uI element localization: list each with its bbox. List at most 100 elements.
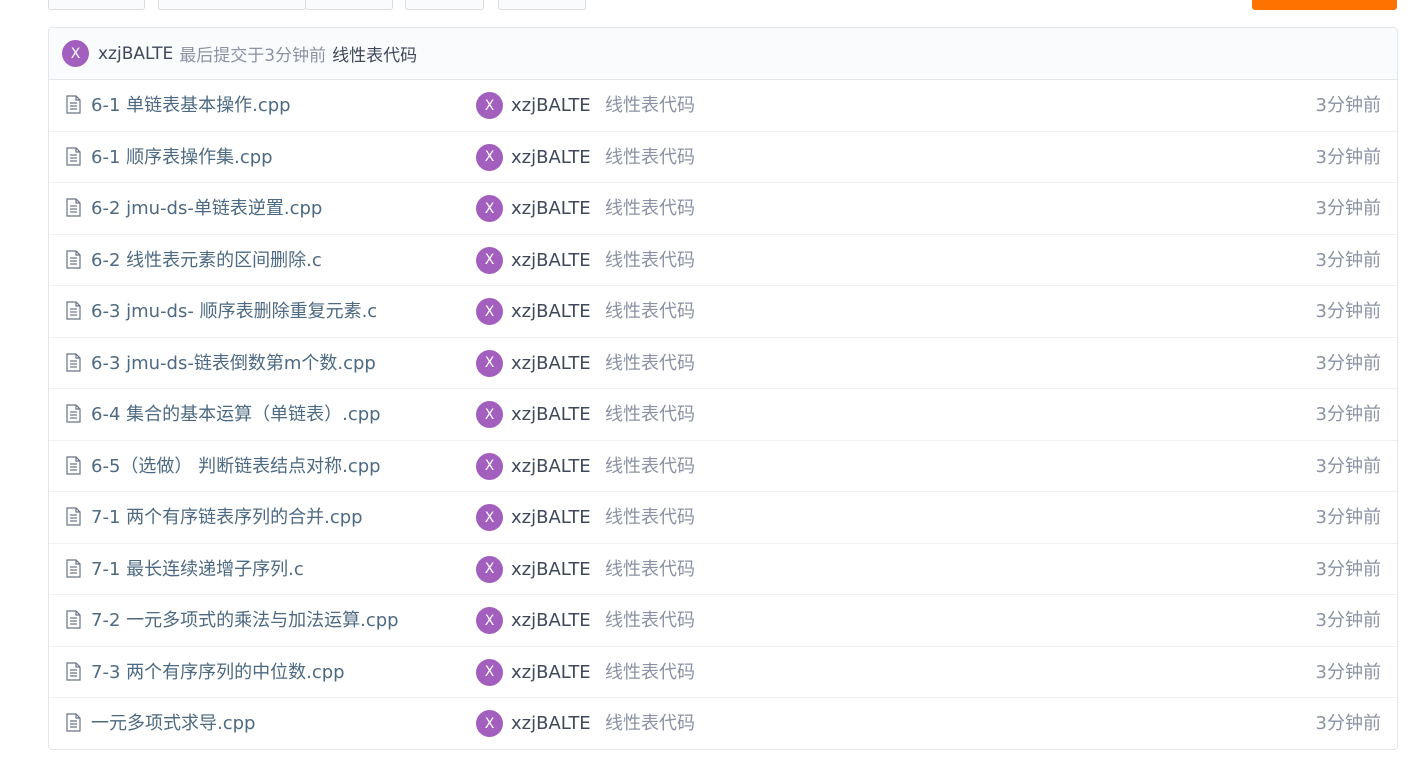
avatar[interactable]: X [476, 607, 503, 634]
file-name-link[interactable]: 6-3 jmu-ds- 顺序表删除重复元素.c [91, 286, 377, 337]
file-commit-author[interactable]: xzjBALTE [511, 595, 591, 646]
file-commit-message[interactable]: 线性表代码 [605, 441, 695, 492]
file-commit-time: 3分钟前 [1315, 352, 1381, 374]
file-commit-time: 3分钟前 [1315, 661, 1381, 683]
file-commit-message[interactable]: 线性表代码 [605, 647, 695, 698]
file-commit-time: 3分钟前 [1315, 198, 1381, 219]
file-commit-message[interactable]: 线性表代码 [605, 492, 695, 543]
file-commit-time: 3分钟前 [1315, 404, 1381, 425]
file-row: 一元多项式求导.cpp X xzjBALTE 线性表代码 3分钟前 [49, 698, 1397, 749]
file-commit-time: 3分钟前 [1315, 610, 1381, 631]
file-list-panel: X xzjBALTE 最后提交于 3分钟前 线性表代码 6-1 单链表基本操作.… [48, 27, 1398, 750]
primary-action-button[interactable] [1252, 0, 1397, 10]
file-commit-message[interactable]: 线性表代码 [605, 183, 695, 234]
file-commit-message[interactable]: 线性表代码 [605, 389, 695, 440]
file-name-link[interactable]: 6-2 jmu-ds-单链表逆置.cpp [91, 183, 322, 234]
file-commit-author[interactable]: xzjBALTE [511, 338, 591, 389]
avatar[interactable]: X [476, 143, 503, 171]
file-name-link[interactable]: 6-5（选做） 判断链表结点对称.cpp [91, 441, 381, 492]
file-icon [66, 404, 81, 423]
file-row: 6-1 顺序表操作集.cpp X xzjBALTE 线性表代码 3分钟前 [49, 132, 1397, 183]
avatar[interactable]: X [476, 246, 503, 274]
avatar[interactable]: X [476, 92, 503, 119]
file-commit-message[interactable]: 线性表代码 [605, 132, 695, 183]
file-commit-author[interactable]: xzjBALTE [511, 80, 591, 131]
file-name-link[interactable]: 6-1 单链表基本操作.cpp [91, 80, 291, 131]
file-name-link[interactable]: 7-3 两个有序序列的中位数.cpp [91, 647, 345, 698]
file-commit-message[interactable]: 线性表代码 [605, 80, 695, 131]
avatar[interactable]: X [476, 298, 503, 325]
commit-label: 最后提交于 [179, 46, 265, 66]
file-row: 6-5（选做） 判断链表结点对称.cpp X xzjBALTE 线性表代码 3分… [49, 441, 1397, 492]
file-icon [66, 352, 81, 372]
file-commit-author[interactable]: xzjBALTE [511, 235, 591, 286]
file-row: 6-3 jmu-ds-链表倒数第m个数.cpp X xzjBALTE 线性表代码… [49, 338, 1397, 389]
file-name-link[interactable]: 一元多项式求导.cpp [91, 698, 255, 749]
file-row: 6-3 jmu-ds- 顺序表删除重复元素.c X xzjBALTE 线性表代码… [49, 286, 1397, 338]
avatar[interactable]: X [476, 555, 503, 583]
file-name-link[interactable]: 7-1 两个有序链表序列的合并.cpp [91, 492, 363, 543]
file-commit-time: 3分钟前 [1315, 455, 1381, 477]
file-name-link[interactable]: 7-1 最长连续递增子序列.c [91, 544, 304, 595]
file-name-link[interactable]: 7-2 一元多项式的乘法与加法运算.cpp [91, 595, 399, 646]
commit-time: 3分钟前 [264, 46, 327, 66]
file-commit-author[interactable]: xzjBALTE [511, 698, 591, 749]
toolbar-button[interactable] [498, 0, 586, 10]
file-commit-time: 3分钟前 [1315, 146, 1381, 168]
file-commit-author[interactable]: xzjBALTE [511, 286, 591, 337]
file-list: 6-1 单链表基本操作.cpp X xzjBALTE 线性表代码 3分钟前 6-… [49, 80, 1397, 749]
file-name-link[interactable]: 6-3 jmu-ds-链表倒数第m个数.cpp [91, 338, 376, 389]
file-icon [66, 95, 81, 114]
file-commit-author[interactable]: xzjBALTE [511, 389, 591, 440]
commit-author[interactable]: xzjBALTE [98, 44, 173, 64]
file-row: 7-1 两个有序链表序列的合并.cpp X xzjBALTE 线性表代码 3分钟… [49, 492, 1397, 544]
file-row: 6-4 集合的基本运算（单链表）.cpp X xzjBALTE 线性表代码 3分… [49, 389, 1397, 441]
file-name-link[interactable]: 6-2 线性表元素的区间删除.c [91, 235, 322, 286]
file-commit-message[interactable]: 线性表代码 [605, 286, 695, 337]
file-commit-message[interactable]: 线性表代码 [605, 338, 695, 389]
file-commit-author[interactable]: xzjBALTE [511, 544, 591, 595]
file-icon [66, 507, 81, 526]
file-icon [66, 558, 81, 578]
file-commit-time: 3分钟前 [1315, 713, 1381, 734]
toolbar-button[interactable] [48, 0, 145, 10]
toolbar-button[interactable] [405, 0, 484, 10]
avatar[interactable]: X [476, 349, 503, 377]
avatar[interactable]: X [476, 401, 503, 428]
avatar[interactable]: X [476, 504, 503, 531]
commit-message[interactable]: 线性表代码 [332, 41, 417, 66]
file-commit-message[interactable]: 线性表代码 [605, 595, 695, 646]
latest-commit-bar: X xzjBALTE 最后提交于 3分钟前 线性表代码 [49, 28, 1397, 80]
file-commit-message[interactable]: 线性表代码 [605, 698, 695, 749]
file-row: 6-2 线性表元素的区间删除.c X xzjBALTE 线性表代码 3分钟前 [49, 235, 1397, 286]
file-row: 7-1 最长连续递增子序列.c X xzjBALTE 线性表代码 3分钟前 [49, 544, 1397, 595]
file-row: 7-2 一元多项式的乘法与加法运算.cpp X xzjBALTE 线性表代码 3… [49, 595, 1397, 647]
avatar[interactable]: X [476, 658, 503, 686]
avatar[interactable]: X [476, 710, 503, 737]
file-icon [66, 713, 81, 732]
file-commit-author[interactable]: xzjBALTE [511, 183, 591, 234]
file-icon [66, 661, 81, 681]
file-commit-time: 3分钟前 [1315, 95, 1381, 116]
avatar[interactable]: X [476, 195, 503, 222]
file-commit-author[interactable]: xzjBALTE [511, 132, 591, 183]
file-commit-author[interactable]: xzjBALTE [511, 441, 591, 492]
file-commit-author[interactable]: xzjBALTE [511, 647, 591, 698]
file-row: 6-1 单链表基本操作.cpp X xzjBALTE 线性表代码 3分钟前 [49, 80, 1397, 132]
file-commit-time: 3分钟前 [1315, 301, 1381, 322]
file-commit-time: 3分钟前 [1315, 507, 1381, 528]
file-icon [66, 610, 81, 629]
file-row: 6-2 jmu-ds-单链表逆置.cpp X xzjBALTE 线性表代码 3分… [49, 183, 1397, 235]
toolbar-button[interactable] [158, 0, 306, 10]
file-name-link[interactable]: 6-4 集合的基本运算（单链表）.cpp [91, 389, 381, 440]
file-commit-author[interactable]: xzjBALTE [511, 492, 591, 543]
avatar[interactable]: X [476, 452, 503, 480]
file-commit-message[interactable]: 线性表代码 [605, 544, 695, 595]
file-commit-message[interactable]: 线性表代码 [605, 235, 695, 286]
file-icon [66, 301, 81, 320]
toolbar-button[interactable] [305, 0, 393, 10]
file-icon [66, 455, 81, 475]
file-commit-time: 3分钟前 [1315, 558, 1381, 580]
avatar[interactable]: X [62, 40, 89, 67]
file-name-link[interactable]: 6-1 顺序表操作集.cpp [91, 132, 273, 183]
